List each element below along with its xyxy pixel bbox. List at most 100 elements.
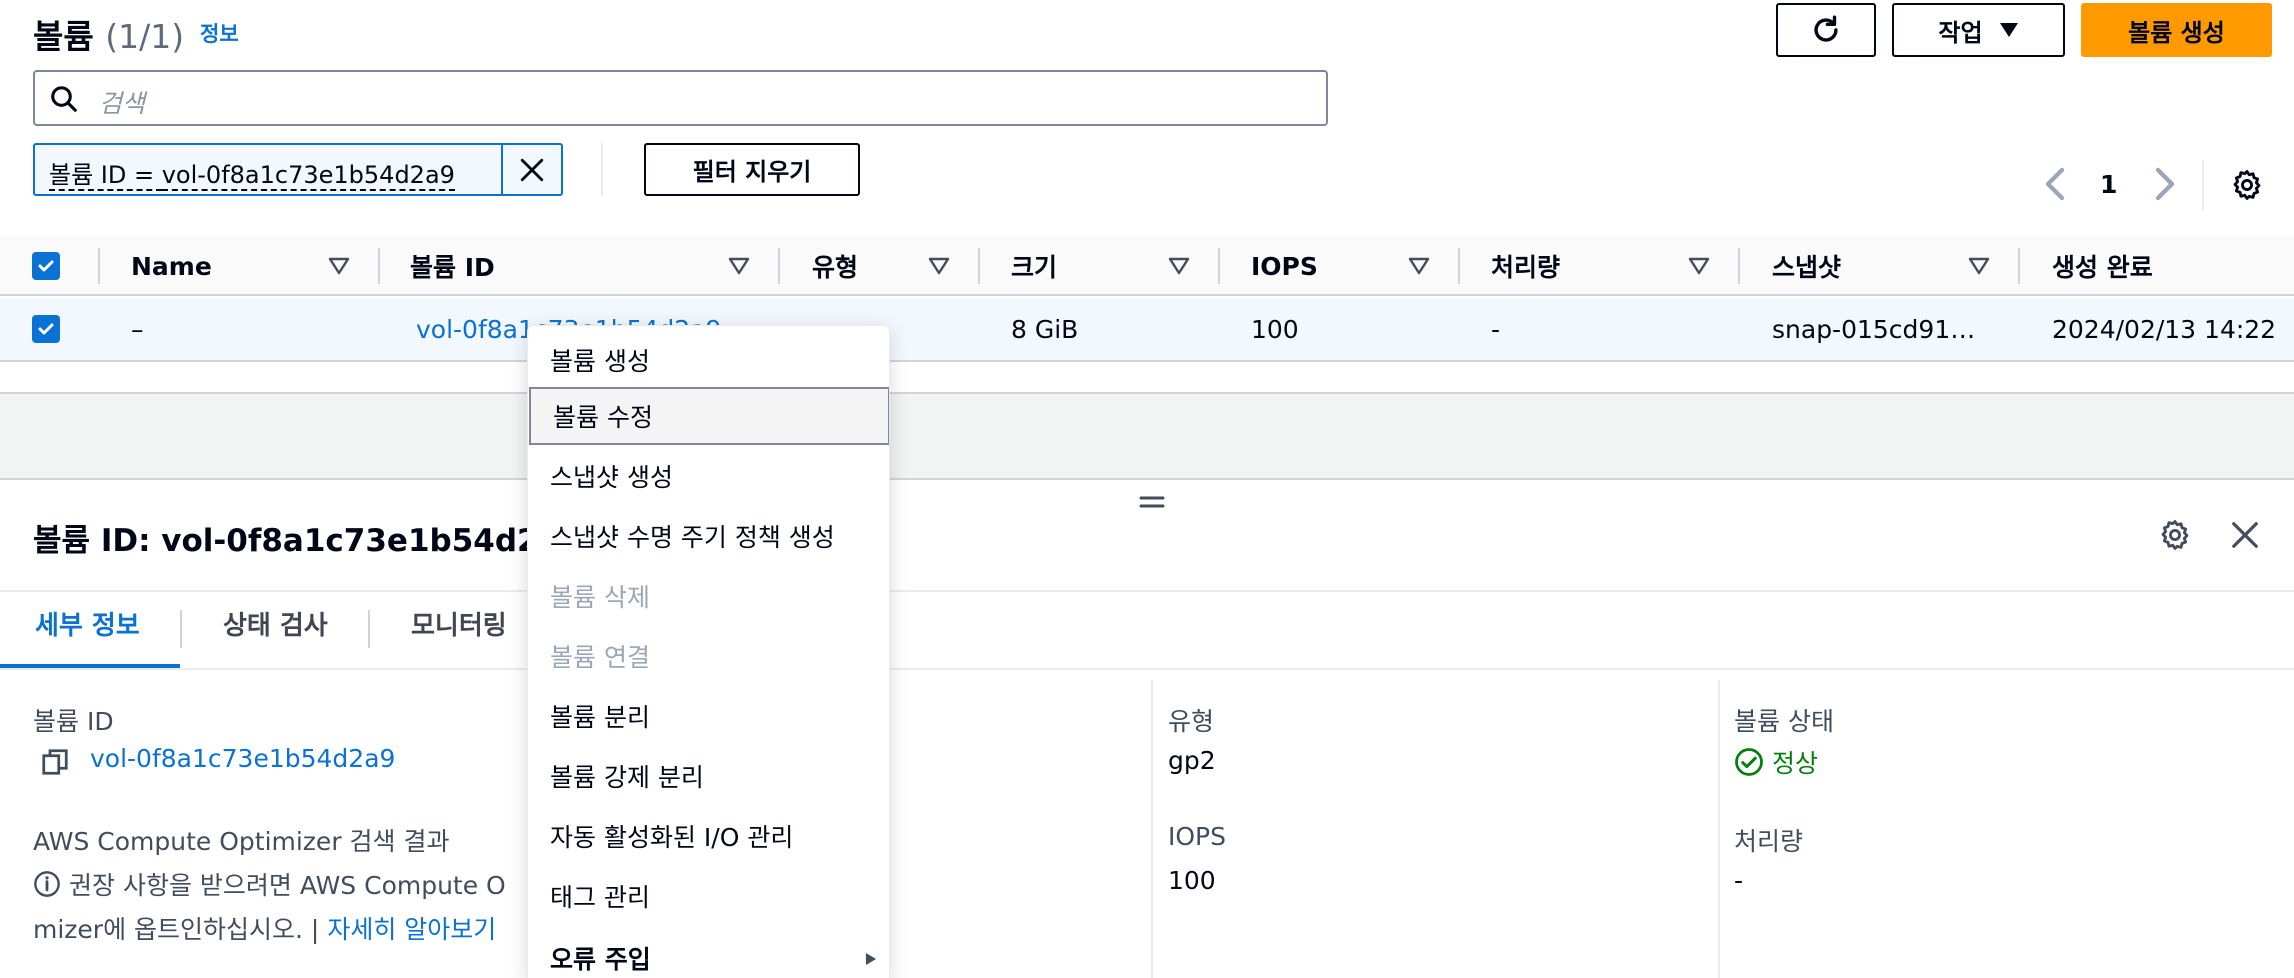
menu-item-create-snapshot[interactable]: 스냅샷 생성 [528, 446, 889, 506]
column-header-created[interactable]: 생성 완료 [2052, 236, 2153, 296]
field-label-type: 유형 [1168, 707, 1215, 736]
checkbox-checked-icon [32, 252, 60, 280]
check-circle-icon [1734, 747, 1764, 777]
field-label-iops: IOPS [1168, 822, 1226, 851]
tab-monitoring[interactable]: 모니터링 [411, 605, 507, 642]
create-volume-button[interactable]: 볼륨 생성 [2081, 3, 2272, 57]
filter-divider [601, 143, 603, 196]
cell-iops: 100 [1251, 314, 1299, 344]
menu-item-manage-tags[interactable]: 태그 관리 [528, 866, 889, 926]
column-label: 유형 [812, 253, 859, 282]
tab-details[interactable]: 세부 정보 [35, 605, 140, 642]
column-separator [98, 248, 100, 284]
menu-item-manage-auto-enabled-io[interactable]: 자동 활성화된 I/O 관리 [528, 806, 889, 866]
caret-right-icon [865, 952, 877, 966]
panel-preferences-button[interactable] [2158, 518, 2192, 552]
cell-size: 8 GiB [1011, 314, 1079, 344]
optimizer-message: 권장 사항을 받으려면 AWS Compute O [33, 866, 506, 902]
column-header-name[interactable]: Name [131, 236, 212, 296]
column-label: 생성 완료 [2052, 253, 2153, 282]
column-separator [778, 248, 780, 284]
column-divider [1151, 680, 1153, 978]
column-label: 볼륨 ID [410, 253, 495, 282]
table-header: Name 볼륨 ID 유형 크기 IOPS 처리량 스냅샷 생성 완료 [0, 236, 2294, 296]
close-icon [2230, 520, 2260, 550]
copy-volume-id-button[interactable] [40, 747, 70, 777]
column-separator [978, 248, 980, 284]
menu-item-delete-volume: 볼륨 삭제 [550, 583, 650, 612]
menu-item-modify-volume[interactable]: 볼륨 수정 [529, 387, 889, 445]
detail-title-id: vol-0f8a1c73e1b54d2a9 [161, 523, 582, 559]
menu-item-create-lifecycle-policy[interactable]: 스냅샷 수명 주기 정책 생성 [528, 506, 889, 566]
actions-dropdown-button[interactable]: 작업 [1892, 3, 2065, 57]
optimizer-text-1: 권장 사항을 받으려면 AWS Compute O [69, 871, 506, 900]
column-header-size[interactable]: 크기 [1011, 236, 1057, 296]
page-title-text: 볼륨 [33, 17, 94, 56]
caret-down-icon [1999, 22, 2019, 38]
tab-status-checks[interactable]: 상태 검사 [223, 605, 328, 642]
row-checkbox[interactable] [32, 298, 60, 360]
current-page-number[interactable]: 1 [2100, 170, 2117, 199]
menu-item-force-detach-volume[interactable]: 볼륨 강제 분리 [528, 746, 889, 806]
copy-icon [40, 747, 70, 777]
detail-panel-title: 볼륨 ID: vol-0f8a1c73e1b54d2a9 [33, 515, 581, 560]
actions-context-menu: 볼륨 생성 볼륨 수정 스냅샷 생성 스냅샷 수명 주기 정책 생성 볼륨 삭제… [527, 325, 890, 978]
column-header-snapshot[interactable]: 스냅샷 [1772, 236, 1841, 296]
info-link[interactable]: 정보 [200, 18, 239, 48]
column-label: 스냅샷 [1772, 253, 1842, 282]
search-placeholder: 검색 [99, 89, 146, 118]
cell-snapshot: snap-015cd91… [1772, 314, 1976, 344]
column-label: Name [131, 251, 212, 281]
column-divider [1718, 680, 1720, 978]
field-value-volume-id-link[interactable]: vol-0f8a1c73e1b54d2a9 [90, 744, 395, 773]
close-panel-button[interactable] [2230, 520, 2260, 550]
cell-created: 2024/02/13 14:22 [2052, 314, 2277, 344]
column-header-throughput[interactable]: 처리량 [1491, 236, 1560, 296]
search-input[interactable]: 검색 [33, 70, 1328, 126]
filter-token-text[interactable]: 볼륨 ID = vol-0f8a1c73e1b54d2a9 [35, 145, 501, 194]
field-label-optimizer: AWS Compute Optimizer 검색 결과 [33, 827, 450, 856]
clear-filters-button[interactable]: 필터 지우기 [644, 143, 860, 196]
column-header-type[interactable]: 유형 [812, 236, 858, 296]
filter-token[interactable]: 볼륨 ID = vol-0f8a1c73e1b54d2a9 [33, 143, 563, 196]
learn-more-link[interactable]: 자세히 알아보기 [327, 915, 496, 944]
field-value-type: gp2 [1168, 746, 1216, 775]
volume-state-badge: 정상 [1734, 744, 1818, 780]
selection-count: (1/1) [105, 17, 185, 56]
column-separator [2018, 248, 2020, 284]
field-value-throughput: - [1734, 866, 1744, 895]
tab-divider [368, 610, 370, 648]
search-icon [49, 84, 79, 114]
menu-item-attach-volume: 볼륨 연결 [550, 643, 650, 672]
split-panel-gap [0, 392, 2294, 480]
column-header-iops[interactable]: IOPS [1251, 236, 1318, 296]
table-row[interactable]: – vol-0f8a1c73e1b54d2a9 8 GiB 100 - snap… [0, 298, 2294, 362]
previous-page-button[interactable] [2040, 166, 2068, 202]
actions-label: 작업 [1938, 18, 1983, 47]
gear-icon [2230, 168, 2264, 202]
menu-item-create-volume[interactable]: 볼륨 생성 [528, 330, 889, 390]
column-label: 처리량 [1491, 253, 1561, 282]
next-page-button[interactable] [2152, 166, 2180, 202]
column-separator [378, 248, 380, 284]
panel-divider [0, 590, 2294, 592]
checkbox-checked-icon [32, 315, 60, 343]
table-preferences-button[interactable] [2230, 168, 2264, 202]
select-all-checkbox[interactable] [32, 236, 60, 296]
chevron-right-icon [2152, 166, 2180, 202]
filter-token-value: vol-0f8a1c73e1b54d2a9 [161, 161, 455, 191]
split-panel-resize-handle[interactable] [1139, 494, 1165, 510]
volume-state-text: 정상 [1772, 749, 1819, 778]
column-header-volume-id[interactable]: 볼륨 ID [410, 236, 495, 296]
chevron-left-icon [2040, 166, 2068, 202]
menu-item-fault-injection[interactable]: 오류 주입 [528, 928, 889, 978]
column-separator [1738, 248, 1740, 284]
column-label: IOPS [1251, 251, 1318, 281]
remove-filter-button[interactable] [501, 145, 561, 194]
field-label-volume-id: 볼륨 ID [33, 707, 114, 736]
tabs-border [0, 668, 2294, 670]
field-label-throughput: 처리량 [1734, 827, 1804, 856]
drag-handle-icon [1139, 494, 1165, 510]
refresh-button[interactable] [1776, 3, 1876, 57]
menu-item-detach-volume[interactable]: 볼륨 분리 [528, 686, 889, 746]
